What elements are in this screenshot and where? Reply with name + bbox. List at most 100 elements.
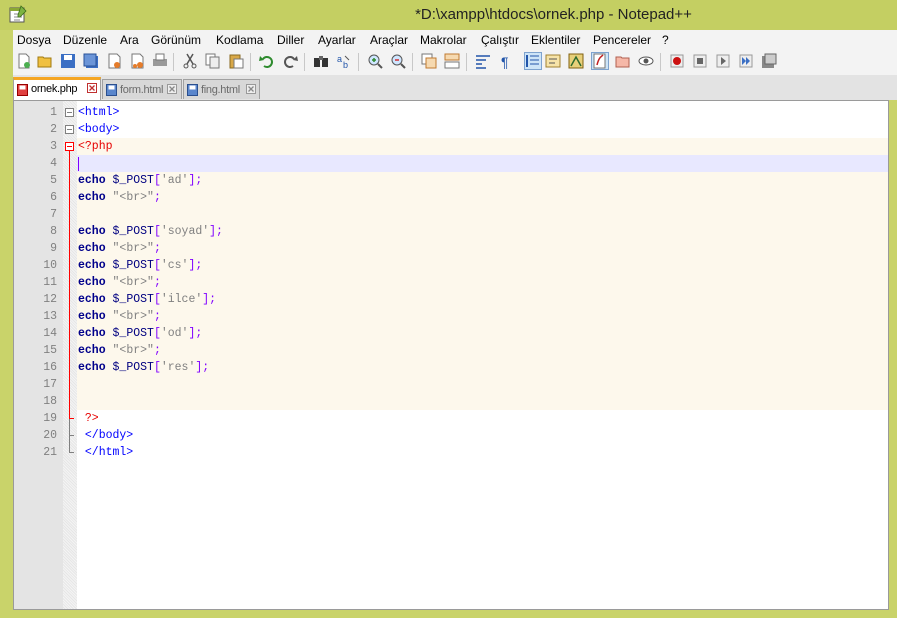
redo-icon[interactable] — [282, 53, 298, 69]
menu-help[interactable]: ? — [662, 33, 669, 47]
code-line: </html> — [78, 446, 134, 459]
menu-makrolar[interactable]: Makrolar — [420, 33, 467, 47]
user-lang-icon[interactable] — [545, 53, 561, 69]
code-line: <?php — [78, 140, 113, 153]
menu-ara[interactable]: Ara — [120, 33, 139, 47]
toolbar-separator — [304, 53, 305, 71]
sync-vertical-icon[interactable] — [421, 53, 437, 69]
tab-label: form.html — [120, 84, 164, 96]
line-number: 20 — [43, 429, 57, 442]
line-number: 21 — [43, 446, 57, 459]
line-number: 10 — [43, 259, 57, 272]
code-line: echo $_POST['od']; — [78, 327, 203, 340]
title-bar: *D:\xampp\htdocs\ornek.php - Notepad++ — [0, 0, 897, 30]
window-title: *D:\xampp\htdocs\ornek.php - Notepad++ — [415, 6, 692, 23]
menu-calistir[interactable]: Çalıştır — [481, 33, 519, 47]
line-number: 11 — [43, 276, 57, 289]
code-line: echo "<br>"; — [78, 310, 161, 323]
menu-dosya[interactable]: Dosya — [17, 33, 51, 47]
toolbar-separator — [250, 53, 251, 71]
fold-toggle-icon[interactable] — [65, 142, 74, 151]
code-line: echo "<br>"; — [78, 242, 161, 255]
svg-text:b: b — [343, 60, 348, 69]
line-number: 3 — [50, 140, 57, 153]
show-all-chars-icon[interactable]: ¶ — [498, 53, 514, 69]
line-number: 17 — [43, 378, 57, 391]
tab-bar: ornek.php form.html fing.html — [13, 75, 897, 100]
close-icon[interactable] — [106, 53, 122, 69]
fold-end-marker — [69, 435, 74, 436]
fold-range-line — [69, 419, 70, 453]
stop-record-icon[interactable] — [692, 53, 708, 69]
code-line: echo "<br>"; — [78, 276, 161, 289]
fold-end-marker — [69, 452, 74, 453]
close-tab-icon[interactable] — [167, 84, 177, 94]
close-tab-icon[interactable] — [87, 83, 97, 93]
tab-label: fing.html — [201, 84, 240, 96]
line-number: 7 — [50, 208, 57, 221]
tab-form-html[interactable]: form.html — [102, 79, 182, 99]
sync-horizontal-icon[interactable] — [444, 53, 460, 69]
folder-workspace-icon[interactable] — [615, 53, 631, 69]
paste-icon[interactable] — [228, 53, 244, 69]
zoom-in-icon[interactable] — [367, 53, 383, 69]
indent-guide-icon[interactable] — [524, 52, 542, 70]
zoom-out-icon[interactable] — [390, 53, 406, 69]
new-file-icon[interactable] — [16, 53, 32, 69]
toolbar-separator — [660, 53, 661, 71]
menu-eklentiler[interactable]: Eklentiler — [531, 33, 580, 47]
cut-icon[interactable] — [182, 53, 198, 69]
function-list-icon[interactable] — [591, 52, 609, 70]
menu-kodlama[interactable]: Kodlama — [216, 33, 263, 47]
find-icon[interactable] — [313, 53, 329, 69]
line-number: 6 — [50, 191, 57, 204]
line-number-gutter: 1 2 3 4 5 6 7 8 9 10 11 12 13 14 15 16 17 18 19 20 21 — [14, 101, 63, 609]
code-editor[interactable]: 1 2 3 4 5 6 7 8 9 10 11 12 13 14 15 16 17 18 19 20 21 <html>… — [13, 100, 889, 610]
menu-ayarlar[interactable]: Ayarlar — [318, 33, 356, 47]
line-number: 9 — [50, 242, 57, 255]
close-tab-icon[interactable] — [246, 84, 256, 94]
toolbar-separator — [412, 53, 413, 71]
code-line: echo "<br>"; — [78, 191, 161, 204]
line-number: 14 — [43, 327, 57, 340]
fold-margin[interactable] — [63, 101, 77, 609]
menu-araclar[interactable]: Araçlar — [370, 33, 408, 47]
line-number: 16 — [43, 361, 57, 374]
toolbar-separator — [173, 53, 174, 71]
fold-toggle-icon[interactable] — [65, 125, 74, 134]
code-line: echo "<br>"; — [78, 344, 161, 357]
svg-text:¶: ¶ — [501, 54, 509, 69]
copy-icon[interactable] — [205, 53, 221, 69]
undo-icon[interactable] — [259, 53, 275, 69]
save-icon[interactable] — [60, 53, 76, 69]
code-line: <body> — [78, 123, 120, 136]
menu-diller[interactable]: Diller — [277, 33, 304, 47]
code-area[interactable]: <html> <body> <?php echo $_POST['ad']; echo … — [77, 101, 888, 609]
menu-duzenle[interactable]: Düzenle — [63, 33, 107, 47]
tab-ornek-php[interactable]: ornek.php — [13, 77, 101, 100]
line-number: 18 — [43, 395, 57, 408]
save-all-icon[interactable] — [83, 53, 99, 69]
doc-map-icon[interactable] — [568, 53, 584, 69]
print-icon[interactable] — [152, 53, 168, 69]
run-macro-multiple-icon[interactable] — [738, 53, 754, 69]
fold-toggle-icon[interactable] — [65, 108, 74, 117]
open-file-icon[interactable] — [37, 53, 53, 69]
save-macro-icon[interactable] — [761, 53, 777, 69]
code-line: echo $_POST['res']; — [78, 361, 210, 374]
word-wrap-icon[interactable] — [475, 53, 491, 69]
tab-fing-html[interactable]: fing.html — [183, 79, 260, 99]
monitor-icon[interactable] — [638, 53, 654, 69]
fold-range-line — [69, 151, 70, 424]
code-line: </body> — [78, 429, 134, 442]
saved-file-icon — [187, 84, 198, 96]
saved-file-icon — [106, 84, 117, 96]
menu-pencereler[interactable]: Pencereler — [593, 33, 651, 47]
record-macro-icon[interactable] — [669, 53, 685, 69]
menu-gorunum[interactable]: Görünüm — [151, 33, 201, 47]
close-all-icon[interactable] — [129, 53, 145, 69]
line-number: 8 — [50, 225, 57, 238]
play-macro-icon[interactable] — [715, 53, 731, 69]
replace-icon[interactable]: ab — [336, 53, 352, 69]
menu-bar: Dosya Düzenle Ara Görünüm Kodlama Diller… — [13, 30, 897, 50]
